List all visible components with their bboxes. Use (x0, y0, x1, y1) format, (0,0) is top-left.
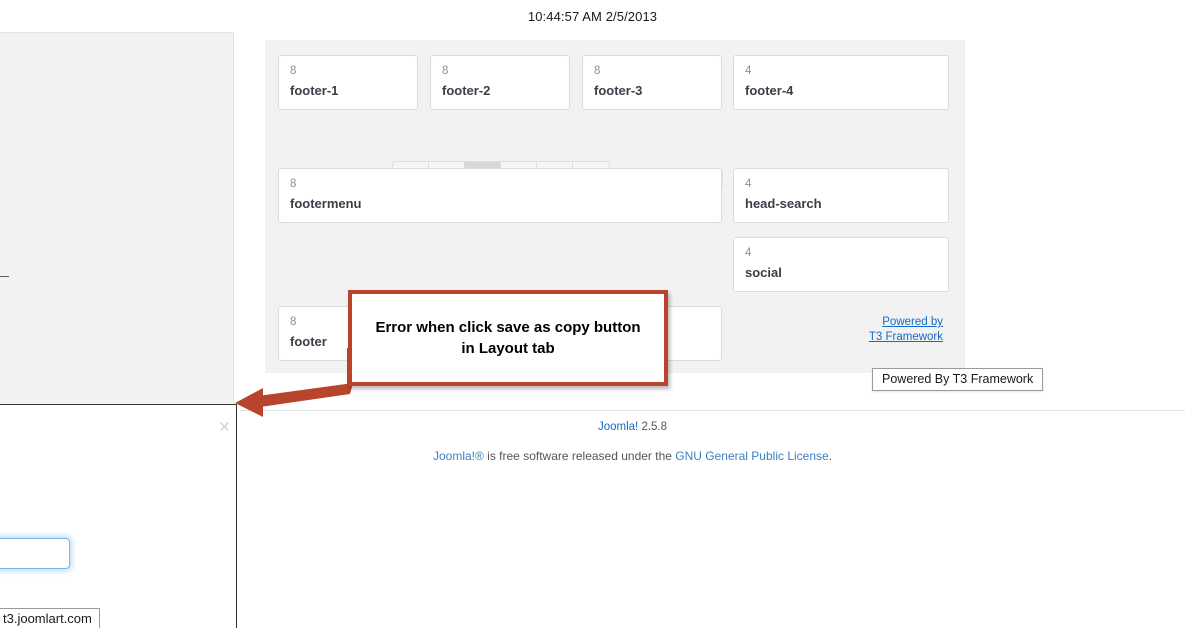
block-name-label: head-search (745, 196, 822, 211)
block-span-value: 4 (745, 178, 752, 190)
layout-block-footer-3[interactable]: 8 footer-3 (582, 55, 722, 110)
close-icon[interactable]: × (219, 418, 230, 437)
powered-by-line2[interactable]: T3 Framework (733, 330, 943, 345)
block-name-label: footer-2 (442, 83, 491, 98)
joomla-license-text: Joomla!® is free software released under… (240, 449, 1025, 463)
layout-block-social[interactable]: 4 social (733, 237, 949, 292)
block-span-value: 8 (290, 178, 297, 190)
powered-by-t3-link[interactable]: Powered by T3 Framework (733, 315, 943, 345)
annotation-callout: Error when click save as copy button in … (348, 290, 668, 386)
license-sentence-mid: is free software released under the (483, 449, 676, 463)
license-period: . (828, 449, 833, 463)
powered-by-tooltip: Powered By T3 Framework (872, 368, 1044, 391)
get-started-modal: × ay to start main_layout? (0, 404, 237, 628)
layout-name-input[interactable] (0, 538, 70, 569)
layout-block-footer-2[interactable]: 8 footer-2 (430, 55, 570, 110)
block-name-label: footer-4 (745, 83, 794, 98)
footer-divider (240, 410, 1185, 411)
block-span-value: 8 (442, 65, 449, 77)
joomla-version-number: 2.5.8 (638, 421, 668, 433)
block-name-label: footer-3 (594, 83, 643, 98)
joomla-license-word: Joomla! (432, 449, 475, 463)
registered-mark-icon: ® (475, 449, 484, 463)
block-name-label: social (745, 265, 782, 280)
joomla-wordmark: Joomla! (597, 421, 639, 433)
annotation-text: Error when click save as copy button in … (375, 319, 641, 357)
powered-by-line1[interactable]: Powered by (733, 315, 943, 330)
layout-block-footermenu[interactable]: 8 footermenu (278, 168, 722, 223)
joomla-version-text: Joomla! 2.5.8 (240, 421, 1025, 433)
screenshot-root: 10:44:57 AM 2/5/2013 8 footer-1 8 footer… (0, 0, 1185, 628)
layout-block-footer-1[interactable]: 8 footer-1 (278, 55, 418, 110)
left-side-panel (0, 32, 234, 410)
block-span-value: 4 (745, 247, 752, 259)
block-span-value: 4 (745, 65, 752, 77)
layout-block-footer-4[interactable]: 4 footer-4 (733, 55, 949, 110)
joomla-license-link[interactable]: Joomla!® (433, 449, 484, 463)
screenshot-timestamp: 10:44:57 AM 2/5/2013 (527, 9, 658, 24)
block-span-value: 8 (594, 65, 601, 77)
block-name-label: footermenu (290, 196, 362, 211)
block-name-label: footer-1 (290, 83, 339, 98)
gnu-license-link[interactable]: GNU General Public License (675, 449, 828, 463)
layout-block-head-search[interactable]: 4 head-search (733, 168, 949, 223)
left-divider-rule (0, 276, 9, 277)
block-span-value: 8 (290, 65, 297, 77)
status-bar-url: t3.joomlart.com (0, 608, 100, 628)
